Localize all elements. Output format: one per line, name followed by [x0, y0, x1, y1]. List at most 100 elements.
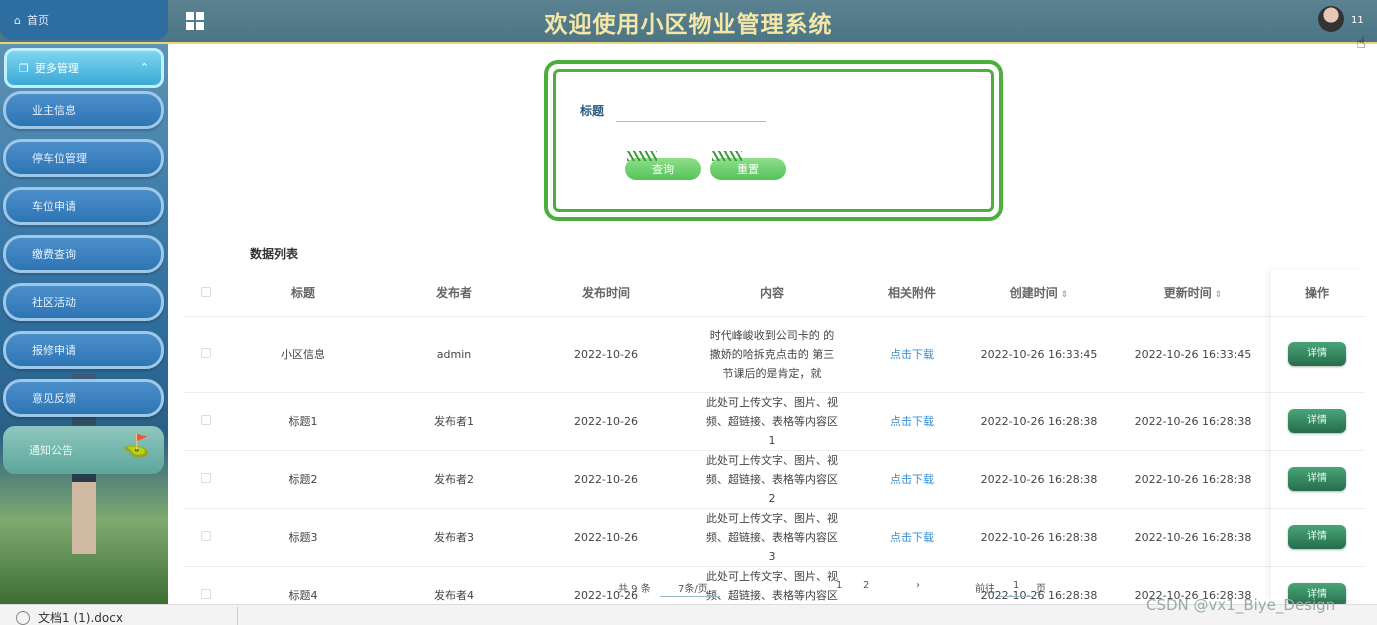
sidebar-item-repair[interactable]: 报修申请 — [3, 331, 164, 369]
table-row: 标题2 发布者2 2022-10-26 此处可上传文字、图片、视频、超链接、表格… — [184, 450, 1364, 509]
detail-button[interactable]: 详情 — [1288, 342, 1346, 366]
sidebar-item-label: 车位申请 — [32, 200, 76, 213]
taskbar-file[interactable]: 文档1 (1).docx — [16, 609, 123, 625]
title-label: 标题 — [580, 104, 605, 118]
page-unit-label: 页 — [1036, 584, 1046, 595]
list-title: 数据列表 — [250, 247, 299, 261]
sort-icon[interactable]: ⇕ — [1061, 290, 1069, 300]
col-title: 标题 — [228, 270, 378, 317]
cell-updated: 2022-10-26 16:33:45 — [1116, 316, 1270, 393]
next-page-icon[interactable]: › — [916, 580, 920, 591]
col-updated[interactable]: 更新时间 ⇕ — [1116, 270, 1270, 317]
hand-cursor-icon: ☝ — [1356, 33, 1366, 52]
cell-created: 2022-10-26 16:28:38 — [962, 508, 1116, 567]
cell-date: 2022-10-26 — [530, 450, 682, 509]
cell-title: 小区信息 — [228, 316, 378, 393]
watermark: CSDN @vx1_Biye_Design — [1146, 596, 1336, 614]
sidebar-more-management[interactable]: ❐ 更多管理 ⌃ — [4, 48, 164, 88]
sidebar-item-label: 业主信息 — [32, 104, 76, 117]
sidebar-item-fees[interactable]: 缴费查询 — [3, 235, 164, 273]
taskbar-file-label: 文档1 (1).docx — [38, 611, 123, 625]
data-table: 标题 发布者 发布时间 内容 相关附件 创建时间 ⇕ 更新时间 ⇕ 操作 小区信息 … — [184, 270, 1364, 625]
query-button[interactable]: 查询 — [625, 151, 701, 180]
select-all-checkbox[interactable] — [201, 286, 211, 297]
sidebar-item-parking-apply[interactable]: 车位申请 — [3, 187, 164, 225]
pagination: 共 9 条 7条/页 1 2 › 前往 1 页 — [600, 578, 1080, 598]
taskbar-separator — [237, 607, 238, 625]
table-header: 标题 发布者 发布时间 内容 相关附件 创建时间 ⇕ 更新时间 ⇕ 操作 — [184, 270, 1364, 317]
cell-publisher: 发布者3 — [378, 508, 530, 567]
sidebar-item-label: 社区活动 — [32, 296, 76, 309]
cell-date: 2022-10-26 — [530, 392, 682, 451]
col-updated-label: 更新时间 — [1163, 286, 1212, 301]
row-checkbox[interactable] — [201, 472, 211, 483]
row-checkbox[interactable] — [201, 414, 211, 425]
col-content: 内容 — [682, 270, 862, 317]
sidebar-item-owner-info[interactable]: 业主信息 — [3, 91, 164, 129]
page-1[interactable]: 1 — [836, 580, 842, 591]
download-link[interactable]: 点击下载 — [890, 473, 934, 486]
sidebar-item-label: 缴费查询 — [32, 248, 76, 261]
cell-created: 2022-10-26 16:28:38 — [962, 392, 1116, 451]
detail-button[interactable]: 详情 — [1288, 409, 1346, 433]
row-checkbox[interactable] — [201, 530, 211, 541]
cell-title: 标题3 — [228, 508, 378, 567]
sidebar-item-activities[interactable]: 社区活动 — [3, 283, 164, 321]
col-created[interactable]: 创建时间 ⇕ — [962, 270, 1116, 317]
row-checkbox[interactable] — [201, 588, 211, 599]
cell-content: 此处可上传文字、图片、视频、超链接、表格等内容区1 — [682, 392, 862, 451]
row-checkbox[interactable] — [201, 347, 211, 358]
sort-icon[interactable]: ⇕ — [1215, 290, 1223, 300]
cell-publisher: 发布者2 — [378, 450, 530, 509]
signpost-icon: ⛳ — [122, 434, 150, 459]
download-link[interactable]: 点击下载 — [890, 415, 934, 428]
sidebar-item-parking[interactable]: 停车位管理 — [3, 139, 164, 177]
sidebar-item-notice[interactable]: 通知公告 ⛳ — [3, 426, 164, 474]
cell-publisher: admin — [378, 316, 530, 393]
table-row: 标题1 发布者1 2022-10-26 此处可上传文字、图片、视频、超链接、表格… — [184, 392, 1364, 451]
col-action: 操作 — [1270, 270, 1364, 317]
detail-button[interactable]: 详情 — [1288, 467, 1346, 491]
goto-label: 前往 — [975, 584, 995, 595]
table-row: 标题3 发布者3 2022-10-26 此处可上传文字、图片、视频、超链接、表格… — [184, 508, 1364, 567]
table-row: 小区信息 admin 2022-10-26 时代峰峻收到公司卡的 的撒娇的哈拆克… — [184, 316, 1364, 393]
cell-date: 2022-10-26 — [530, 508, 682, 567]
pagination-total: 共 9 条 — [618, 584, 651, 595]
search-panel-inner: 标题 查询 重置 — [553, 69, 994, 212]
sidebar-item-feedback[interactable]: 意见反馈 — [3, 379, 164, 417]
page-size-select[interactable]: 7条/页 — [678, 580, 708, 595]
avatar[interactable] — [1318, 6, 1344, 32]
sidebar: ❐ 更多管理 ⌃ 业主信息 停车位管理 车位申请 缴费查询 社区活动 报修申请 … — [0, 44, 168, 604]
top-bar: ⌂ 首页 欢迎使用小区物业管理系统 11 ☝ — [0, 0, 1377, 52]
col-attachment: 相关附件 — [862, 270, 962, 317]
cell-content: 此处可上传文字、图片、视频、超链接、表格等内容区2 — [682, 450, 862, 509]
goto-input[interactable]: 1 — [1013, 580, 1019, 591]
reset-button[interactable]: 重置 — [710, 151, 786, 180]
goto-underline — [998, 596, 1034, 597]
cell-updated: 2022-10-26 16:28:38 — [1116, 450, 1270, 509]
download-link[interactable]: 点击下载 — [890, 348, 934, 361]
page-title: 欢迎使用小区物业管理系统 — [544, 12, 833, 38]
chevron-up-icon: ⌃ — [139, 61, 149, 74]
cell-publisher: 发布者1 — [378, 392, 530, 451]
title-input[interactable] — [616, 100, 766, 122]
cell-content: 此处可上传文字、图片、视频、超链接、表格等内容区3 — [682, 508, 862, 567]
sidebar-item-label: 停车位管理 — [32, 152, 87, 165]
cell-title: 标题2 — [228, 450, 378, 509]
username[interactable]: 11 — [1351, 15, 1364, 26]
col-date: 发布时间 — [530, 270, 682, 317]
sidebar-item-label: 报修申请 — [32, 344, 76, 357]
cell-title: 标题1 — [228, 392, 378, 451]
page-size-underline — [660, 596, 720, 597]
cell-date: 2022-10-26 — [530, 316, 682, 393]
document-icon — [16, 610, 30, 625]
search-panel: 标题 查询 重置 — [544, 60, 1003, 221]
page-2[interactable]: 2 — [863, 580, 869, 591]
col-publisher: 发布者 — [378, 270, 530, 317]
sidebar-item-label: 意见反馈 — [32, 392, 76, 405]
cell-created: 2022-10-26 16:28:38 — [962, 450, 1116, 509]
cell-updated: 2022-10-26 16:28:38 — [1116, 508, 1270, 567]
copy-icon: ❐ — [19, 61, 29, 75]
detail-button[interactable]: 详情 — [1288, 525, 1346, 549]
download-link[interactable]: 点击下载 — [890, 531, 934, 544]
